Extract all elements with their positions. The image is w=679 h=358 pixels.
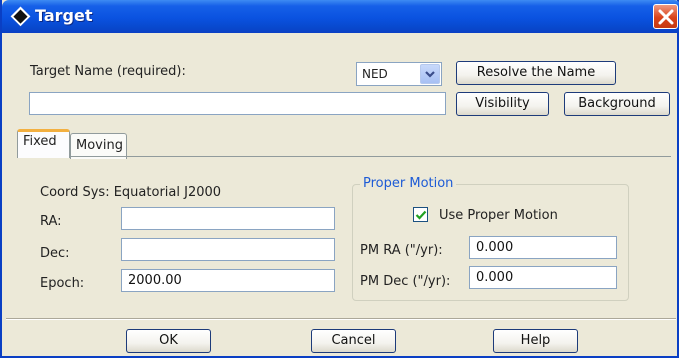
cancel-button[interactable]: Cancel (311, 329, 396, 353)
pm-ra-input[interactable]: 0.000 (469, 236, 617, 259)
chevron-down-icon[interactable] (420, 64, 440, 84)
help-button[interactable]: Help (493, 329, 578, 353)
name-service-select[interactable]: NED (356, 62, 442, 86)
target-name-label: Target Name (required): (30, 64, 186, 79)
dec-label: Dec: (40, 246, 70, 261)
ra-input[interactable] (121, 207, 335, 230)
checkmark-icon (415, 210, 427, 220)
target-name-input[interactable] (29, 92, 446, 115)
target-dialog: Target Target Name (required): NED Resol… (0, 0, 679, 358)
use-proper-motion-checkbox[interactable] (413, 207, 428, 222)
pm-ra-label: PM RA ("/yr): (360, 243, 443, 258)
close-button[interactable] (653, 4, 678, 29)
epoch-input[interactable]: 2000.00 (121, 269, 335, 292)
button-bar-separator (6, 318, 676, 320)
close-icon (658, 9, 674, 25)
title-bar[interactable]: Target (2, 0, 679, 33)
tab-fixed[interactable]: Fixed (17, 129, 70, 158)
epoch-label: Epoch: (40, 276, 85, 291)
proper-motion-title: Proper Motion (360, 176, 457, 191)
use-proper-motion-label: Use Proper Motion (439, 208, 558, 223)
name-service-value: NED (362, 67, 388, 81)
dec-input[interactable] (121, 238, 335, 261)
window-title: Target (35, 6, 93, 25)
pm-dec-input[interactable]: 0.000 (469, 266, 617, 289)
background-button[interactable]: Background (564, 92, 670, 116)
ok-button[interactable]: OK (126, 329, 211, 353)
ra-label: RA: (40, 214, 62, 229)
visibility-button[interactable]: Visibility (456, 92, 549, 116)
pm-dec-label: PM Dec ("/yr): (360, 274, 451, 289)
diamond-app-icon (10, 6, 31, 27)
resolve-name-button[interactable]: Resolve the Name (456, 61, 616, 85)
coord-sys-label: Coord Sys: Equatorial J2000 (40, 185, 222, 200)
